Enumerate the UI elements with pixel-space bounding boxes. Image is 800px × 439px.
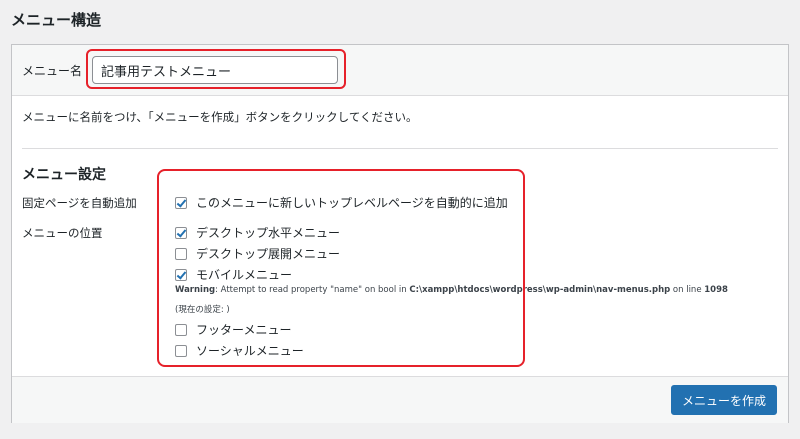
create-menu-button[interactable]: メニューを作成	[671, 385, 777, 415]
location-option-social[interactable]: ソーシャルメニュー	[175, 342, 304, 359]
location-checkbox[interactable]	[175, 323, 187, 336]
divider	[22, 148, 778, 149]
location-option-footer[interactable]: フッターメニュー	[175, 321, 292, 338]
menu-name-bar: メニュー名	[12, 45, 788, 96]
location-option-label: デスクトップ展開メニュー	[196, 247, 341, 261]
menu-name-label: メニュー名	[22, 64, 83, 78]
location-option-desktop-horizontal[interactable]: デスクトップ水平メニュー	[175, 224, 340, 241]
php-warning: Warning: Attempt to read property "name"…	[175, 285, 728, 295]
warning-prefix: Warning	[175, 285, 216, 295]
instruction-text: メニューに名前をつけ、「メニューを作成」ボタンをクリックしてください。	[22, 110, 418, 124]
location-checkbox[interactable]	[175, 268, 187, 281]
location-checkbox[interactable]	[175, 226, 187, 239]
menu-location-label: メニューの位置	[22, 226, 103, 240]
location-checkbox[interactable]	[175, 344, 187, 357]
warning-message: : Attempt to read property "name" on boo…	[215, 285, 410, 295]
location-option-label: モバイルメニュー	[196, 268, 293, 282]
menu-panel: メニュー名 メニューに名前をつけ、「メニューを作成」ボタンをクリックしてください…	[11, 44, 789, 423]
location-option-desktop-expanded[interactable]: デスクトップ展開メニュー	[175, 245, 340, 262]
warning-path: C:\xampp\htdocs\wordpress\wp-admin\nav-m…	[409, 285, 671, 295]
current-setting-text: (現在の設定: )	[175, 305, 230, 315]
location-option-label: フッターメニュー	[196, 323, 292, 337]
auto-add-option[interactable]: このメニューに新しいトップレベルページを自動的に追加	[175, 194, 508, 211]
location-checkbox[interactable]	[175, 247, 187, 260]
auto-add-checkbox[interactable]	[175, 196, 187, 209]
footer-bar: メニューを作成	[12, 376, 788, 423]
menu-name-input[interactable]	[92, 56, 338, 84]
warning-line-text: on line	[670, 285, 705, 295]
location-option-label: ソーシャルメニュー	[196, 344, 304, 358]
auto-add-option-label: このメニューに新しいトップレベルページを自動的に追加	[196, 196, 508, 210]
location-option-mobile[interactable]: モバイルメニュー	[175, 266, 292, 283]
auto-add-pages-label: 固定ページを自動追加	[22, 196, 137, 210]
menu-settings-heading: メニュー設定	[22, 167, 106, 183]
warning-line: 1098	[704, 285, 728, 295]
location-option-label: デスクトップ水平メニュー	[196, 226, 341, 240]
page-title: メニュー構造	[11, 11, 102, 29]
